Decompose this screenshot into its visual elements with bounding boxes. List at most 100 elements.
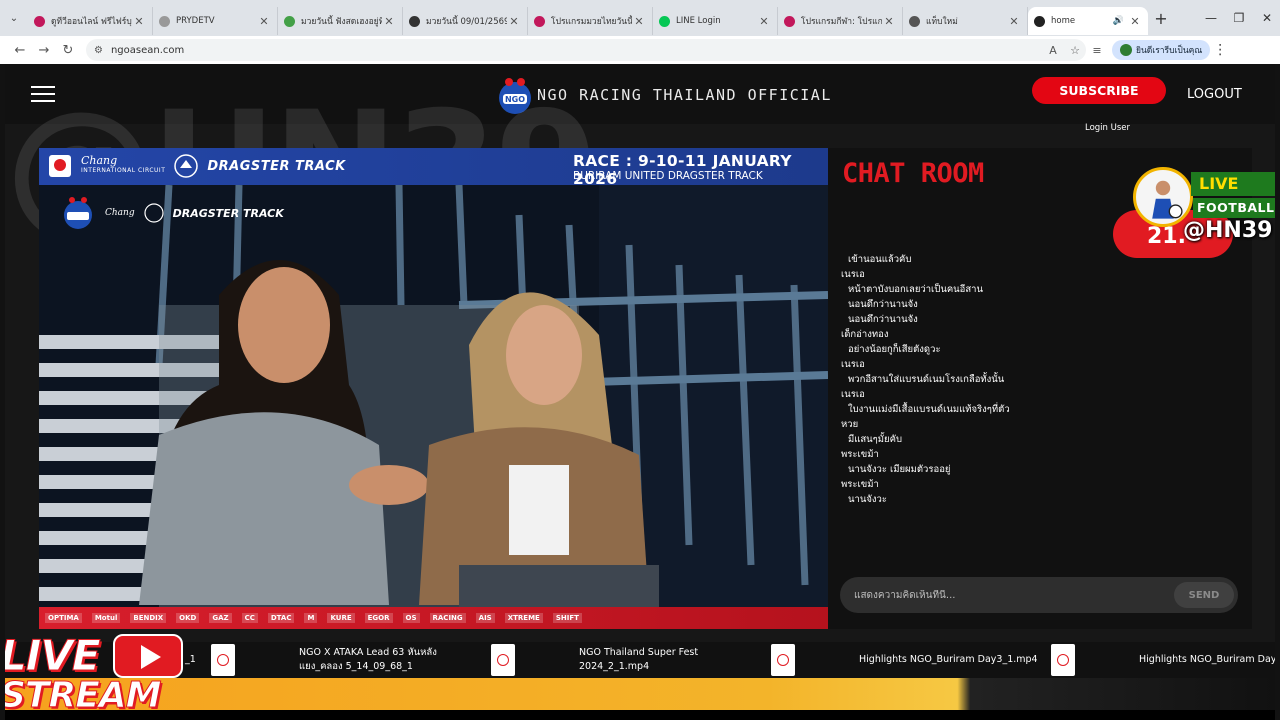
chat-message-list[interactable]: เข้านอนแล้วคับ เนรเอ หน้าตาบังบอกเลยว่าเป…: [841, 252, 1231, 507]
tab-search-chevron-icon[interactable]: ⌄: [0, 0, 28, 36]
close-tab-icon[interactable]: ✕: [382, 15, 396, 28]
profile-chip[interactable]: ยินดีเรารีบเป็นคุณ: [1112, 40, 1211, 60]
chat-input-bar: SEND: [840, 577, 1238, 613]
chat-message: พระเขม้านานจังวะ: [841, 477, 1231, 507]
tab-favicon-icon: [34, 15, 45, 27]
sponsor-logo: SHIFT: [552, 613, 582, 623]
chat-message: นอนดึกว่านานจัง: [841, 297, 1231, 312]
logout-link[interactable]: LOGOUT: [1187, 87, 1242, 102]
tab-favicon-icon: [659, 15, 670, 27]
address-bar[interactable]: ⚙ ngoasean.com A ☆: [86, 39, 1086, 61]
avatar: [1120, 44, 1132, 56]
tab-title: PRYDETV: [176, 16, 215, 26]
back-arrow-icon[interactable]: ←: [8, 43, 32, 58]
sponsor-logo: EGOR: [364, 613, 393, 623]
tab-favicon-icon: [909, 15, 920, 27]
ngo-logo-icon[interactable]: NGO: [495, 74, 535, 118]
chat-username: เด็กอ่างทอง: [841, 329, 889, 340]
chat-text: หน้าตาบังบอกเลยว่าเป็นคนอีสาน: [848, 284, 984, 295]
browser-tab[interactable]: ดูทีวีออนไลน์ ฟรีไฟร์บุ Tra✕: [28, 7, 153, 35]
chang-logo: Chang INTERNATIONAL CIRCUIT: [81, 155, 166, 176]
alarm-clock-icon[interactable]: [491, 644, 515, 676]
browser-tab[interactable]: PRYDETV ✕: [153, 7, 278, 35]
forward-arrow-icon[interactable]: →: [32, 43, 56, 58]
chat-message: เนรเอ หน้าตาบังบอกเลยว่าเป็นคนอีสาน: [841, 267, 1231, 297]
close-tab-icon[interactable]: ✕: [1128, 15, 1142, 28]
page-content: NGO NGO RACING THAILAND OFFICIAL SUBSCRI…: [5, 64, 1275, 720]
url-text[interactable]: ngoasean.com: [111, 45, 1042, 56]
browser-tab[interactable]: มวยวันนี้ 09/01/2569 โร✕: [403, 7, 528, 35]
playlist-item-title-line: แยง_คลอง 5_14_09_68_1: [299, 661, 413, 672]
dragster-logo-small: DRAGSTER TRACK: [172, 206, 284, 220]
chat-username: พระเขม้า: [841, 479, 879, 490]
close-tab-icon[interactable]: ✕: [757, 15, 771, 28]
video-player[interactable]: Chang INTERNATIONAL CIRCUIT DRAGSTER TRAC…: [39, 148, 828, 629]
new-tab-button[interactable]: +: [1148, 9, 1174, 28]
close-tab-icon[interactable]: ✕: [507, 15, 521, 28]
chat-text: ใบงานแม่งมีเสื้อแบรนด์เนมแท้จริงๆที่ตัว: [848, 404, 1010, 415]
close-tab-icon[interactable]: ✕: [132, 15, 146, 28]
address-toolbar: ← → ↻ ⚙ ngoasean.com A ☆ ≡ ยินดีเรารีบเป…: [0, 36, 1280, 64]
sponsor-logo: DTAC: [267, 613, 295, 623]
tab-favicon-icon: [284, 15, 295, 27]
browser-tab[interactable]: โปรแกรมมวยไทยวันนี้ ดั้ง✕: [528, 7, 653, 35]
chang-logo-subtext: INTERNATIONAL CIRCUIT: [81, 167, 166, 174]
browser-menu-icon[interactable]: ⋮: [1210, 42, 1230, 58]
chat-message: เนรเอพวกอีสานใส่แบรนด์เนมโรงเกลือทั้งนั้…: [841, 357, 1231, 387]
site-title[interactable]: NGO RACING THAILAND OFFICIAL: [537, 86, 832, 104]
video-frame-image: [39, 185, 828, 607]
chat-username: หวย: [841, 419, 859, 430]
chat-text: นานจังวะ เมียผมตัวรออยู่: [848, 464, 951, 475]
close-window-icon[interactable]: ✕: [1251, 0, 1280, 36]
track-badge-icon: [49, 155, 71, 177]
speaker-icon[interactable]: 🔊: [1113, 16, 1124, 26]
browser-tab[interactable]: โปรแกรมกีฬา: โปรแกรมม✕: [778, 7, 903, 35]
buriram-crest-icon: [174, 154, 199, 178]
reload-icon[interactable]: ↻: [56, 43, 80, 58]
chat-text: นอนดึกว่านานจัง: [848, 314, 918, 325]
playlist-item-title-line: 2024_2_1.mp4: [579, 661, 650, 672]
extensions-icon[interactable]: ≡: [1086, 44, 1108, 57]
browser-tab[interactable]: LINE Login ✕: [653, 7, 778, 35]
subscribe-button[interactable]: SUBSCRIBE: [1032, 77, 1166, 104]
chat-message: นอนดึกว่านานจัง: [841, 312, 1231, 327]
tab-favicon-icon: [159, 15, 170, 27]
live-stream-stream-text: STREAM: [5, 675, 162, 717]
chang-logo-small: Chang: [105, 207, 135, 218]
send-button[interactable]: SEND: [1174, 582, 1234, 608]
translate-icon[interactable]: A: [1042, 44, 1064, 57]
chat-text: นานจังวะ: [848, 494, 887, 505]
browser-tab[interactable]: มวยวันนี้ ฟังสดเฮงอยู่ที่ไหน✕: [278, 7, 403, 35]
alarm-clock-icon[interactable]: [771, 644, 795, 676]
channel-handle: @HN39: [1183, 218, 1273, 243]
bottom-banner: [5, 678, 1275, 710]
tab-title: LINE Login: [676, 16, 721, 26]
browser-tab[interactable]: แท็บใหม่ ✕: [903, 7, 1028, 35]
tab-title: มวยวันนี้ 09/01/2569 โร: [426, 17, 507, 27]
chat-username: เนรเอ: [841, 359, 865, 370]
chat-comment-input[interactable]: [854, 589, 1174, 601]
close-tab-icon[interactable]: ✕: [632, 15, 646, 28]
close-tab-icon[interactable]: ✕: [257, 15, 271, 28]
race-subtitle: BURIRAM UNITED DRAGSTER TRACK: [573, 170, 763, 182]
close-tab-icon[interactable]: ✕: [882, 15, 896, 28]
playlist-item-title-line: NGO Thailand Super Fest: [579, 647, 699, 658]
play-button-icon: [113, 634, 183, 678]
sponsor-logo: BENDIX: [130, 613, 167, 623]
close-tab-icon[interactable]: ✕: [1007, 15, 1021, 28]
sponsor-logo: CC: [241, 613, 258, 623]
chat-message: พระเขม้า นานจังวะ เมียผมตัวรออยู่: [841, 447, 1231, 477]
site-info-icon[interactable]: ⚙: [94, 45, 103, 56]
chat-text: อย่างน้อยกูก็เสียตังดูวะ: [848, 344, 941, 355]
sponsor-logo: Motul: [91, 613, 121, 623]
sponsor-logo: OS: [402, 613, 420, 623]
live-label: LIVE: [1199, 174, 1239, 193]
chat-text: พวกอีสานใส่แบรนด์เนมโรงเกลือทั้งนั้น: [848, 374, 1005, 385]
playlist-item-title: NGO Thailand Super Fest 2024_2_1.mp4: [579, 646, 698, 674]
hamburger-menu-icon[interactable]: [31, 86, 55, 102]
ngo-racing-logo-icon: [64, 197, 92, 229]
browser-tab-active[interactable]: home 🔊 ✕: [1028, 7, 1148, 35]
alarm-clock-icon[interactable]: [1051, 644, 1075, 676]
alarm-clock-icon[interactable]: [211, 644, 235, 676]
bookmark-star-icon[interactable]: ☆: [1064, 44, 1086, 57]
